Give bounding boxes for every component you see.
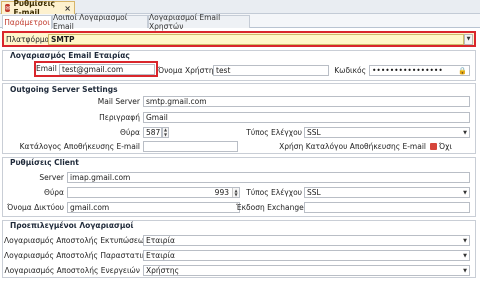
exchange-version-label: Έκδοση Exchange — [236, 203, 304, 212]
client-auth-type-value: SSL — [307, 188, 321, 197]
password-field[interactable]: •••••••••••••••• 🔒 — [369, 65, 470, 76]
chevron-down-icon: ▼ — [463, 252, 467, 259]
chevron-down-icon: ▼ — [463, 237, 467, 244]
chevron-down-icon: ▼ — [463, 189, 467, 196]
email-field[interactable]: test@gmail.com — [59, 64, 155, 75]
print-sending-account-label: Λογαριασμός Αποστολής Εκτυπώσεων — [4, 236, 149, 245]
use-user-folder-value: Όχι — [439, 142, 452, 151]
close-icon[interactable]: × — [64, 4, 71, 13]
client-port-label: Θύρα — [44, 188, 64, 197]
documents-sending-account-value: Εταιρία — [146, 251, 175, 260]
outgoing-auth-type-select[interactable]: SSL ▼ — [304, 127, 470, 138]
password-label: Κωδικός — [334, 66, 366, 75]
tab-other-email-accounts[interactable]: Λοιποί Λογαριασμοί Email — [52, 13, 148, 31]
client-auth-type-label: Τύπος Ελέγχου — [246, 188, 302, 197]
sent-folder-label: Κατάλογος Αποθήκευσης E-mail — [19, 142, 140, 151]
client-settings-title: Ρυθμίσεις Client — [10, 158, 79, 167]
tab-parameters[interactable]: Παράμετροι — [2, 15, 52, 29]
username-label: Όνομα Χρήστη — [158, 66, 214, 75]
print-sending-account-select[interactable]: Εταιρία ▼ — [143, 235, 470, 246]
password-value: •••••••••••••••• — [372, 66, 443, 75]
chevron-down-icon: ▼ — [463, 267, 467, 274]
documents-sending-account-label: Λογαριασμός Αποστολής Παραστατικών — [4, 251, 157, 260]
actions-sending-account-value: Χρήστης — [146, 266, 180, 275]
email-label: Email — [36, 64, 57, 73]
client-auth-type-select[interactable]: SSL ▼ — [304, 187, 470, 198]
outgoing-port-field[interactable]: 587 — [143, 127, 162, 138]
flag-icon — [430, 143, 437, 150]
username-field[interactable]: test — [213, 65, 329, 76]
tab-user-email-accounts[interactable]: Λογαριασμοί Email Χρηστών — [148, 13, 250, 31]
chevron-down-icon: ▼ — [463, 129, 467, 136]
mail-server-field[interactable]: smtp.gmail.com — [143, 96, 470, 107]
outgoing-auth-type-value: SSL — [307, 128, 321, 137]
client-port-value: 993 — [214, 188, 229, 197]
company-email-title: Λογαριασμός Email Εταιρίας — [10, 51, 130, 60]
actions-sending-account-label: Λογαριασμός Αποστολής Ενεργειών — [4, 266, 140, 275]
default-accounts-title: Προεπιλεγμένοι Λογαριασμοί — [10, 221, 134, 230]
sent-folder-field[interactable] — [143, 141, 238, 152]
outgoing-port-label: Θύρα — [120, 128, 140, 137]
mail-server-label: Mail Server — [97, 97, 140, 106]
client-server-field[interactable]: imap.gmail.com — [67, 172, 470, 183]
chevron-down-icon[interactable]: ▼ — [464, 33, 473, 45]
lock-icon: 🔒 — [458, 67, 467, 75]
platform-label: Πλατφόρμα — [6, 34, 50, 44]
use-user-folder-toggle[interactable]: Όχι — [430, 141, 470, 152]
domain-field[interactable]: gmail.com — [67, 202, 240, 213]
platform-row: Πλατφόρμα SMTP ▼ — [2, 31, 476, 47]
client-port-field[interactable]: 993 ▲ ▼ — [67, 187, 240, 198]
client-server-label: Server — [39, 173, 64, 182]
email-settings-icon: ✉ — [5, 4, 11, 12]
exchange-version-field[interactable] — [304, 202, 470, 213]
use-user-folder-label: Χρήση Καταλόγου Αποθήκευσης E-mail — [279, 142, 426, 151]
actions-sending-account-select[interactable]: Χρήστης ▼ — [143, 265, 470, 276]
description-field[interactable]: Gmail — [143, 112, 470, 123]
documents-sending-account-select[interactable]: Εταιρία ▼ — [143, 250, 470, 261]
platform-value: SMTP — [51, 34, 75, 44]
description-label: Περιγραφή — [99, 113, 140, 122]
outgoing-auth-type-label: Τύπος Ελέγχου — [246, 128, 302, 137]
client-port-spinner[interactable]: ▲ ▼ — [232, 188, 239, 197]
outgoing-server-title: Outgoing Server Settings — [10, 85, 118, 94]
platform-select[interactable]: SMTP — [48, 33, 464, 45]
outgoing-port-spinner[interactable]: ▲ ▼ — [162, 127, 169, 138]
print-sending-account-value: Εταιρία — [146, 236, 175, 245]
domain-label: Όνομα Δικτύου — [7, 203, 64, 212]
